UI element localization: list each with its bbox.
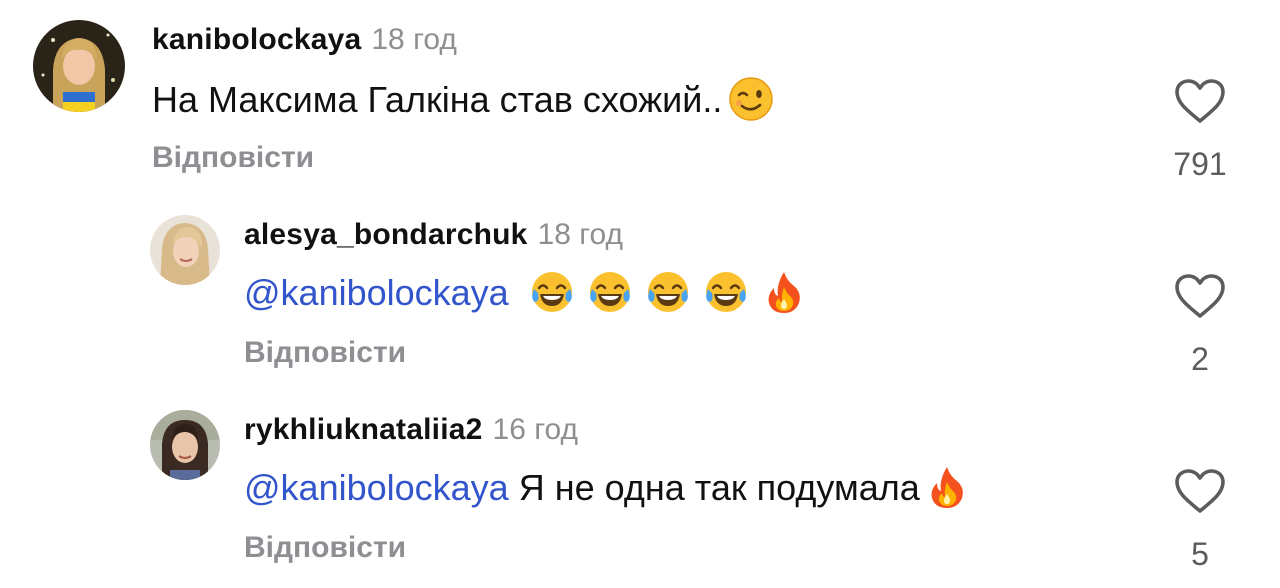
fire-icon — [924, 464, 970, 510]
comment-text: @kanibolockaya Я не одна так подумала — [244, 464, 970, 510]
avatar-image — [33, 20, 125, 112]
comment-meta: kanibolockaya 18 год — [152, 22, 457, 58]
timestamp: 18 год — [371, 23, 457, 56]
username[interactable]: rykhliuknataliia2 — [244, 413, 483, 446]
username[interactable]: kanibolockaya — [152, 23, 361, 56]
mention-link[interactable]: @kanibolockaya — [244, 272, 509, 313]
timestamp: 16 год — [492, 413, 579, 446]
reply-button[interactable]: Відповісти — [244, 335, 406, 371]
avatar-image — [150, 215, 220, 285]
tears-of-joy-icon — [645, 269, 691, 315]
reply-button[interactable]: Відповісти — [244, 530, 406, 566]
heart-icon — [1175, 79, 1225, 123]
heart-icon — [1175, 469, 1225, 513]
avatar[interactable] — [33, 20, 125, 112]
winking-face-icon — [728, 76, 774, 122]
comment-1: kanibolockaya 18 год На Максима Галкіна с… — [0, 0, 1280, 195]
reply-button[interactable]: Відповісти — [152, 140, 314, 176]
comment-meta: alesya_bondarchuk 18 год — [244, 217, 623, 253]
username[interactable]: alesya_bondarchuk — [244, 218, 528, 251]
tears-of-joy-icon — [703, 269, 749, 315]
comment-2: alesya_bondarchuk 18 год @kanibolockaya — [0, 195, 1280, 390]
comment-3: rykhliuknataliia2 16 год @kanibolockaya Я… — [0, 390, 1280, 588]
like-count: 2 — [1191, 341, 1209, 377]
comment-body: Я не одна так подумала — [518, 467, 920, 508]
avatar[interactable] — [150, 215, 220, 285]
tears-of-joy-icon — [587, 269, 633, 315]
avatar[interactable] — [150, 410, 220, 480]
avatar-image — [150, 410, 220, 480]
heart-icon — [1175, 274, 1225, 318]
comment-text: На Максима Галкіна став схожий.. — [152, 76, 774, 122]
comment-meta: rykhliuknataliia2 16 год — [244, 412, 578, 448]
timestamp: 18 год — [537, 218, 624, 251]
tears-of-joy-icon — [529, 269, 575, 315]
comment-text: @kanibolockaya — [244, 269, 807, 315]
like-button[interactable] — [1170, 273, 1230, 319]
mention-link[interactable]: @kanibolockaya — [244, 467, 509, 508]
like-count: 5 — [1191, 536, 1209, 572]
like-count: 791 — [1173, 146, 1227, 182]
like-button[interactable] — [1170, 78, 1230, 124]
like-button[interactable] — [1170, 468, 1230, 514]
fire-icon — [761, 269, 807, 315]
comment-body: На Максима Галкіна став схожий.. — [152, 79, 723, 120]
